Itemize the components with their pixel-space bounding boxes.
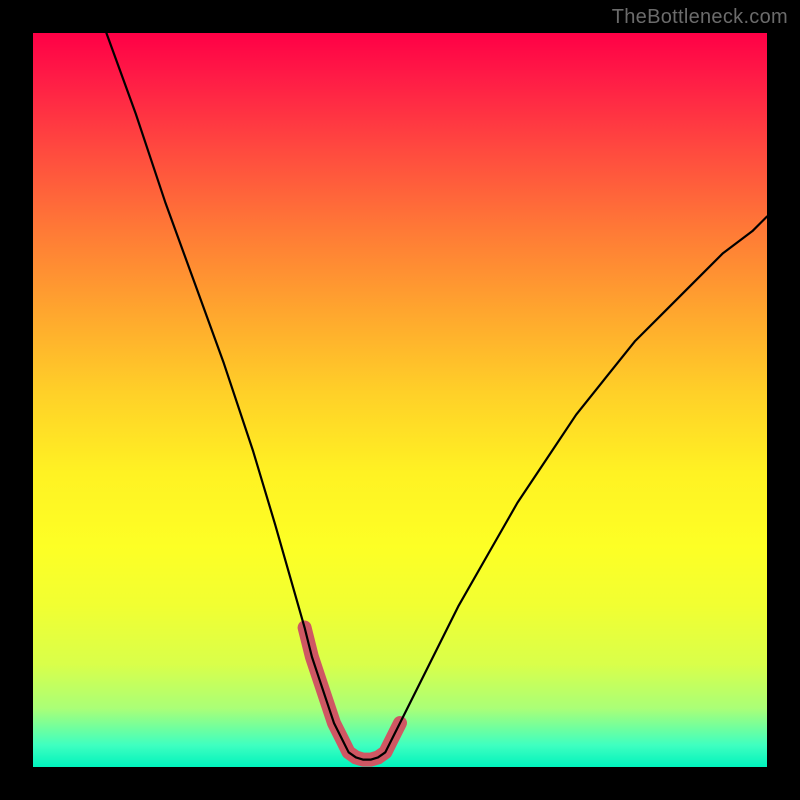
curve-layer — [33, 33, 767, 767]
bottleneck-curve-path — [106, 33, 767, 760]
optimal-band-path — [305, 628, 400, 760]
plot-area — [33, 33, 767, 767]
watermark-text: TheBottleneck.com — [612, 6, 788, 29]
chart-frame: TheBottleneck.com — [0, 0, 800, 800]
